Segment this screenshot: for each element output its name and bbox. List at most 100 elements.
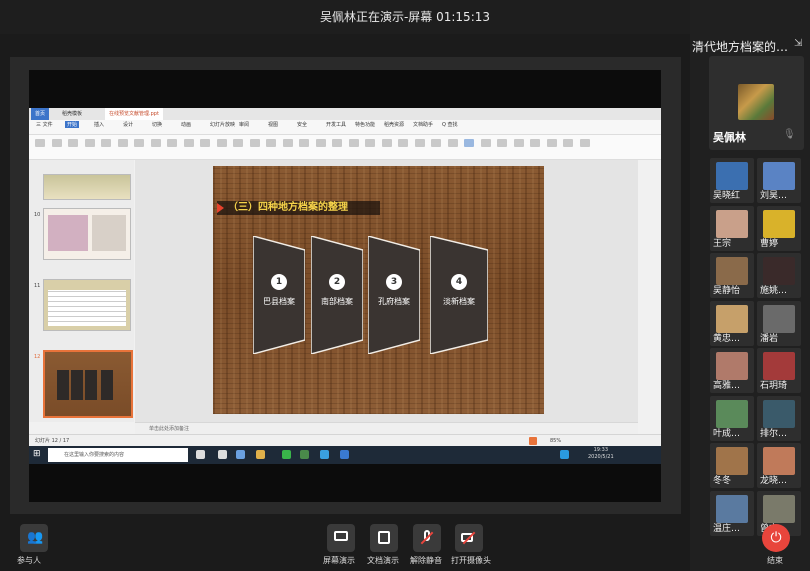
participant-tile[interactable]: 冬冬 — [710, 443, 754, 488]
participant-tile[interactable]: 温庄… — [710, 490, 754, 536]
menu-item[interactable]: 安全 — [297, 121, 307, 128]
menu-item[interactable]: 审阅 — [239, 121, 249, 128]
taskbar-app-icon[interactable] — [256, 450, 265, 459]
slide-thumbnail[interactable] — [43, 174, 131, 200]
ribbon-tool-icon[interactable] — [68, 139, 78, 147]
menu-item[interactable]: 视图 — [268, 121, 278, 128]
screen-share-button[interactable] — [327, 524, 355, 552]
ribbon-tool-icon[interactable] — [414, 139, 425, 147]
unmute-button[interactable] — [413, 524, 441, 552]
menu-item[interactable]: 幻灯片放映 — [210, 121, 235, 128]
participant-tile[interactable]: 刘昊… — [757, 158, 801, 203]
ribbon-tool-icon[interactable] — [134, 139, 144, 147]
expand-panel-icon[interactable]: ⇲ — [794, 38, 802, 49]
tab-home[interactable]: 首页 — [31, 108, 50, 120]
document-share-button[interactable] — [370, 524, 398, 552]
ribbon-tool-icon[interactable] — [348, 139, 359, 147]
ribbon-tool-icon[interactable] — [167, 139, 177, 147]
card-number: 4 — [451, 274, 467, 290]
participant-tile[interactable]: 施姚… — [757, 253, 801, 298]
ribbon-tool-icon[interactable] — [249, 139, 260, 147]
play-slideshow-icon[interactable] — [529, 437, 537, 445]
participant-tile[interactable]: 龙晓… — [757, 443, 801, 488]
ribbon-tool-icon[interactable] — [398, 139, 408, 147]
ribbon-tool-icon[interactable] — [101, 139, 111, 147]
ribbon-tool-icon[interactable] — [497, 139, 507, 147]
taskbar-app-icon[interactable] — [218, 450, 227, 459]
taskbar-app-icon[interactable] — [340, 450, 349, 459]
ribbon-tool-icon[interactable] — [51, 139, 62, 147]
ribbon-tool-icon[interactable] — [117, 139, 128, 147]
archive-card[interactable]: 1 巴县档案 — [253, 236, 305, 354]
ribbon-tool-icon[interactable] — [299, 139, 309, 147]
participant-tile[interactable]: 吴晓红 — [710, 158, 754, 203]
tab-document[interactable]: 在线预览文献管理.ppt — [105, 108, 163, 120]
menu-item[interactable]: 文档助手 — [413, 121, 433, 128]
archive-card[interactable]: 4 淡新档案 — [430, 236, 488, 354]
slide-thumbnail[interactable] — [43, 208, 131, 260]
taskbar-app-icon[interactable] — [300, 450, 309, 459]
taskbar-app-icon[interactable] — [282, 450, 291, 459]
ribbon-tool-icon[interactable] — [183, 139, 194, 147]
ribbon-tool-icon[interactable] — [84, 139, 95, 147]
taskbar-app-icon[interactable] — [196, 450, 205, 459]
menu-item[interactable]: 三 文件 — [36, 121, 53, 128]
taskbar-app-icon[interactable] — [560, 450, 569, 459]
participants-button[interactable]: 👥 — [20, 524, 48, 552]
menu-item[interactable]: 动画 — [181, 121, 191, 128]
taskbar-search-input[interactable]: 在这里输入你要搜索的内容 — [48, 448, 188, 462]
ribbon-tool-icon[interactable] — [447, 139, 458, 147]
participant-tile[interactable]: 吴静怡 — [710, 253, 754, 298]
ribbon-tool-icon[interactable] — [530, 139, 540, 147]
participant-tile[interactable]: 高雅… — [710, 348, 754, 393]
taskbar-app-icon[interactable] — [320, 450, 329, 459]
participant-avatar — [763, 399, 795, 428]
ribbon-tool-icon[interactable] — [563, 139, 573, 147]
ribbon-tool-icon[interactable] — [216, 139, 227, 147]
menu-item[interactable]: 稻壳资源 — [384, 121, 404, 128]
participant-tile[interactable]: 黄忠… — [710, 300, 754, 346]
end-meeting-button[interactable]: ⏻ — [762, 524, 790, 552]
menu-item[interactable]: 设计 — [123, 121, 133, 128]
tab-docer[interactable]: 稻壳模板 — [58, 108, 86, 120]
taskbar-app-icon[interactable] — [236, 450, 245, 459]
ribbon-tool-icon[interactable] — [35, 139, 45, 147]
ribbon-tool-icon[interactable] — [150, 139, 161, 147]
ribbon-tool-icon[interactable] — [282, 139, 293, 147]
ribbon-tool-icon[interactable] — [200, 139, 210, 147]
participant-avatar — [763, 162, 795, 190]
participant-tile[interactable]: 叶成… — [710, 395, 754, 441]
ribbon-tool-icon[interactable] — [431, 139, 441, 147]
camera-button[interactable] — [455, 524, 483, 552]
end-meeting-label: 结束 — [767, 556, 783, 565]
archive-card[interactable]: 3 孔府档案 — [368, 236, 420, 354]
slide-thumbnail-selected[interactable] — [43, 350, 133, 418]
participant-tile[interactable]: 石玥琦 — [757, 348, 801, 393]
menu-item[interactable]: 切换 — [152, 121, 162, 128]
participant-tile[interactable]: 潘岩 — [757, 300, 801, 346]
ribbon-tool-icon[interactable] — [513, 139, 524, 147]
slide-thumbnail[interactable] — [43, 279, 131, 331]
participant-tile[interactable]: 曹婷 — [757, 205, 801, 251]
ribbon-tool-icon[interactable] — [315, 139, 326, 147]
menu-item[interactable]: 开发工具 — [326, 121, 346, 128]
participant-tile[interactable]: 排尔… — [757, 395, 801, 441]
ribbon-tool-icon[interactable] — [579, 139, 590, 147]
participant-tile[interactable]: 王宗 — [710, 205, 754, 251]
ribbon-tool-icon[interactable] — [464, 139, 474, 147]
ribbon-tool-icon[interactable] — [332, 139, 342, 147]
ribbon-tool-icon[interactable] — [546, 139, 557, 147]
menu-item[interactable]: 开始 — [65, 121, 80, 128]
menu-item[interactable]: 插入 — [94, 121, 104, 128]
ribbon-tool-icon[interactable] — [381, 139, 392, 147]
notes-placeholder: 单击此处添加备注 — [149, 426, 190, 432]
menu-item[interactable]: 特色功能 — [355, 121, 375, 128]
windows-start-icon[interactable]: ⊞ — [33, 449, 43, 459]
ribbon-tool-icon[interactable] — [233, 139, 243, 147]
ribbon-tool-icon[interactable] — [266, 139, 276, 147]
ribbon-tool-icon[interactable] — [480, 139, 491, 147]
archive-card[interactable]: 2 南部档案 — [311, 236, 363, 354]
taskbar-clock: 19:33 2020/5/21 — [588, 447, 614, 461]
menu-item[interactable]: Q 查找 — [442, 121, 458, 128]
ribbon-tool-icon[interactable] — [365, 139, 375, 147]
